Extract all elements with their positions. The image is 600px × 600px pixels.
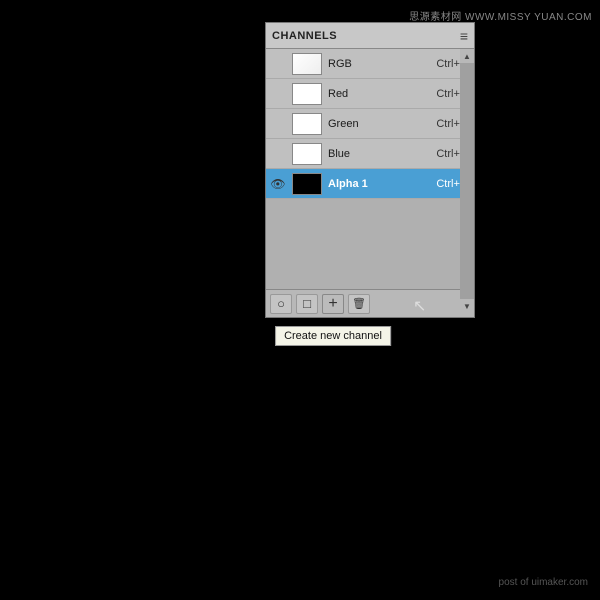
panel-footer: ○ □ + Create new channel 🗑 [266, 289, 474, 317]
channel-row-alpha1[interactable]: 👁 Alpha 1 Ctrl+6 [266, 169, 474, 199]
channel-list: RGB Ctrl+2 Red Ctrl+3 Green Ctrl+4 [266, 49, 474, 199]
save-selection-icon: □ [303, 296, 311, 311]
scrollbar[interactable]: ▲ ▼ [460, 49, 474, 313]
new-channel-button[interactable]: + [322, 294, 344, 314]
delete-channel-button[interactable]: 🗑 [348, 294, 370, 314]
thumb-cell-alpha1 [290, 171, 324, 197]
channel-name-alpha1: Alpha 1 [328, 178, 436, 190]
new-channel-button-container: + Create new channel [322, 294, 344, 314]
visibility-icon: 👁 [270, 177, 285, 191]
panel-header: CHANNELS ≡ [266, 23, 474, 49]
watermark-top: 思源素材网 WWW.MISSY YUAN.COM [409, 8, 592, 23]
background: 思源素材网 WWW.MISSY YUAN.COM CHANNELS ≡ RGB … [0, 0, 600, 600]
channel-row-red[interactable]: Red Ctrl+3 [266, 79, 474, 109]
save-selection-button[interactable]: □ [296, 294, 318, 314]
channel-row-green[interactable]: Green Ctrl+4 [266, 109, 474, 139]
thumb-cell-rgb [290, 51, 324, 77]
watermark-bottom: post of uimaker.com [499, 577, 588, 588]
channel-row-blue[interactable]: Blue Ctrl+5 [266, 139, 474, 169]
new-channel-tooltip: Create new channel [275, 326, 391, 346]
channel-name-blue: Blue [328, 148, 436, 160]
channel-name-red: Red [328, 88, 436, 100]
channel-row-rgb[interactable]: RGB Ctrl+2 [266, 49, 474, 79]
thumb-cell-blue [290, 141, 324, 167]
scroll-arrow-up[interactable]: ▲ [460, 49, 474, 63]
channel-name-rgb: RGB [328, 58, 436, 70]
channels-panel: CHANNELS ≡ RGB Ctrl+2 Red Ctrl+3 [265, 22, 475, 318]
thumb-cell-red [290, 81, 324, 107]
channel-name-green: Green [328, 118, 436, 130]
eye-cell-alpha1: 👁 [266, 177, 290, 191]
thumb-cell-green [290, 111, 324, 137]
scroll-track[interactable] [460, 63, 474, 299]
panel-menu-button[interactable]: ≡ [460, 28, 468, 44]
load-selection-icon: ○ [277, 296, 285, 311]
new-channel-icon: + [328, 296, 337, 312]
load-selection-button[interactable]: ○ [270, 294, 292, 314]
delete-channel-icon: 🗑 [352, 297, 366, 310]
empty-area [266, 199, 474, 289]
panel-title: CHANNELS [272, 30, 337, 42]
scroll-arrow-down[interactable]: ▼ [460, 299, 474, 313]
